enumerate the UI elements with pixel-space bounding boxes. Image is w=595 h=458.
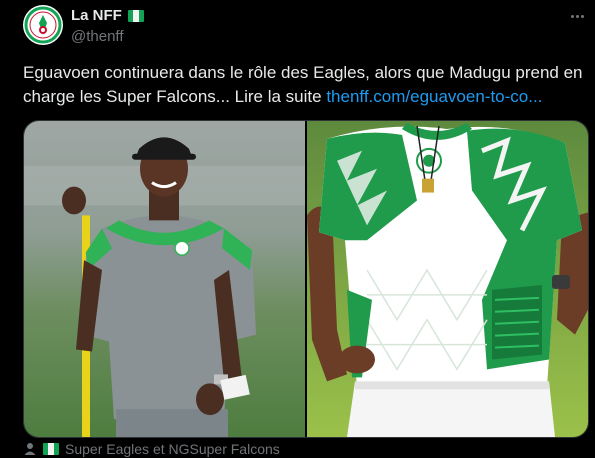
nff-logo-avatar[interactable] (23, 5, 63, 45)
author-display-name[interactable]: La NFF (71, 7, 122, 24)
author-name-row[interactable]: La NFF (71, 7, 144, 24)
more-options-icon[interactable] (567, 6, 587, 26)
community-footer[interactable]: Super Eagles et NGSuper Falcons (23, 441, 280, 457)
nigeria-flag-icon (127, 9, 144, 22)
article-link[interactable]: thenff.com/eguavoen-to-co... (326, 87, 542, 106)
nigeria-flag-icon (43, 443, 59, 455)
community-link[interactable]: Super Eagles et NGSuper Falcons (65, 441, 280, 457)
tweet-card[interactable]: La NFF @thenff Eguavoen continuera dans … (0, 0, 595, 458)
person-icon (24, 443, 36, 455)
author-handle[interactable]: @thenff (71, 28, 124, 45)
media-grid[interactable] (23, 120, 589, 438)
coach-photo[interactable] (24, 121, 305, 437)
tweet-text: Eguavoen continuera dans le rôle des Eag… (23, 61, 583, 109)
jersey-torso-photo[interactable] (307, 121, 588, 437)
